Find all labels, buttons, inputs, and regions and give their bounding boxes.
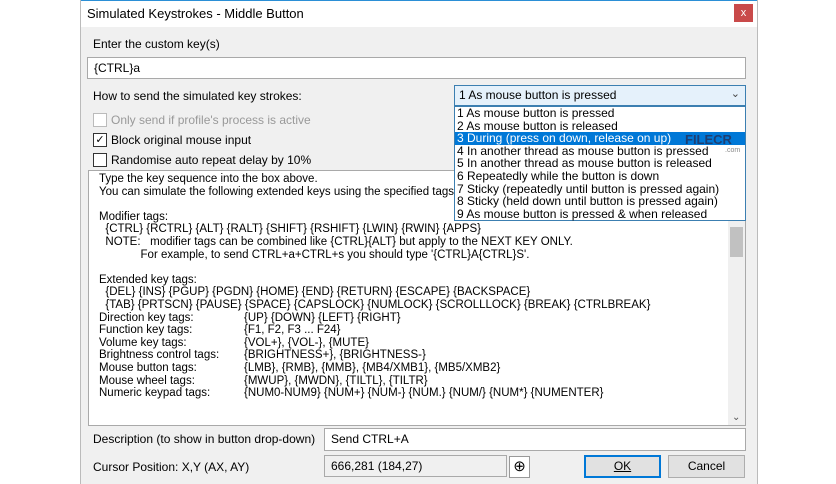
- send-mode-option[interactable]: 6 Repeatedly while the button is down: [455, 170, 745, 183]
- send-mode-selected: 1 As mouse button is pressed: [459, 88, 617, 102]
- tag-values: {BRIGHTNESS+}, {BRIGHTNESS-}: [244, 349, 426, 362]
- description-label: Description (to show in button drop-down…: [93, 432, 316, 446]
- window-title: Simulated Keystrokes - Middle Button: [87, 6, 304, 21]
- dialog-window: Simulated Keystrokes - Middle Button x E…: [80, 0, 758, 484]
- tag-row: Mouse button tags: {LMB}, {RMB}, {MMB}, {…: [99, 362, 745, 375]
- tag-values: {F1, F2, F3 ... F24}: [244, 324, 341, 337]
- tag-values: {MWUP}, {MWDN}, {TILTL}, {TILTR}: [244, 374, 428, 387]
- tag-category: Mouse button tags:: [99, 361, 197, 374]
- tag-category: Function key tags:: [99, 324, 193, 337]
- tag-row: Volume key tags: {VOL+}, {VOL-}, {MUTE}: [99, 337, 745, 350]
- tag-row: Direction key tags: {UP} {DOWN} {LEFT} {R…: [99, 312, 745, 325]
- randomise-delay-checkbox[interactable]: Randomise auto repeat delay by 10%: [93, 153, 311, 167]
- tag-category: Numeric keypad tags:: [99, 387, 211, 400]
- send-mode-option[interactable]: 8 Sticky (held down until button is pres…: [455, 195, 745, 208]
- tag-values: {NUM0-NUM9} {NUM+} {NUM-} {NUM.} {NUM/} …: [244, 387, 604, 400]
- tag-values: {VOL+}, {VOL-}, {MUTE}: [244, 336, 369, 349]
- cursor-position-label: Cursor Position: X,Y (AX, AY): [93, 460, 250, 474]
- check-icon[interactable]: ✓: [93, 133, 107, 147]
- custom-key-input[interactable]: {CTRL}a: [87, 57, 746, 79]
- checkbox-box[interactable]: [93, 153, 107, 167]
- send-mode-label: How to send the simulated key strokes:: [93, 89, 302, 103]
- tag-category: Mouse wheel tags:: [99, 374, 195, 387]
- block-input-checkbox[interactable]: ✓ Block original mouse input: [93, 133, 251, 147]
- tag-category: Volume key tags:: [99, 336, 187, 349]
- send-mode-option[interactable]: 9 As mouse button is pressed & when rele…: [455, 208, 745, 221]
- tag-values: {LMB}, {RMB}, {MMB}, {MB4/XMB1}, {MB5/XM…: [244, 361, 501, 374]
- chevron-down-icon: ⌄: [730, 88, 740, 100]
- ok-label: OK: [613, 459, 632, 473]
- send-mode-dropdown[interactable]: 1 As mouse button is pressed ⌄: [454, 85, 746, 106]
- send-mode-option[interactable]: 1 As mouse button is pressed: [455, 107, 745, 120]
- crosshair-icon[interactable]: ⊕: [509, 456, 530, 478]
- title-bar: Simulated Keystrokes - Middle Button x: [81, 0, 757, 27]
- send-mode-options[interactable]: 1 As mouse button is pressed 2 As mouse b…: [454, 106, 746, 222]
- tag-table: Direction key tags: {UP} {DOWN} {LEFT} {R…: [89, 312, 745, 400]
- tag-category: Direction key tags:: [99, 311, 194, 324]
- only-active-checkbox[interactable]: Only send if profile's process is active: [93, 113, 311, 127]
- description-input[interactable]: Send CTRL+A: [324, 428, 746, 451]
- tag-values: {UP} {DOWN} {LEFT} {RIGHT}: [244, 311, 401, 324]
- cancel-label: Cancel: [687, 459, 726, 473]
- cursor-position-field: 666,281 (184,27): [324, 455, 507, 477]
- tag-row: Function key tags: {F1, F2, F3 ... F24}: [99, 324, 745, 337]
- close-button[interactable]: x: [734, 4, 753, 22]
- tag-row: Numeric keypad tags: {NUM0-NUM9} {NUM+} {…: [99, 387, 745, 400]
- ok-button[interactable]: OK: [584, 455, 661, 478]
- tag-row: Brightness control tags: {BRIGHTNESS+}, {…: [99, 349, 745, 362]
- checkbox-label: Only send if profile's process is active: [111, 113, 311, 127]
- watermark-sub: .com: [725, 147, 741, 154]
- tag-row: Mouse wheel tags: {MWUP}, {MWDN}, {TILTL}…: [99, 375, 745, 388]
- scroll-down-icon[interactable]: ⌄: [732, 412, 740, 423]
- tag-category: Brightness control tags:: [99, 349, 220, 362]
- custom-key-label: Enter the custom key(s): [93, 37, 220, 51]
- checkbox-label: Block original mouse input: [111, 133, 252, 147]
- cancel-button[interactable]: Cancel: [668, 455, 745, 478]
- checkbox-label: Randomise auto repeat delay by 10%: [111, 153, 312, 167]
- checkbox-box[interactable]: [93, 113, 107, 127]
- scrollbar-thumb[interactable]: [730, 227, 743, 257]
